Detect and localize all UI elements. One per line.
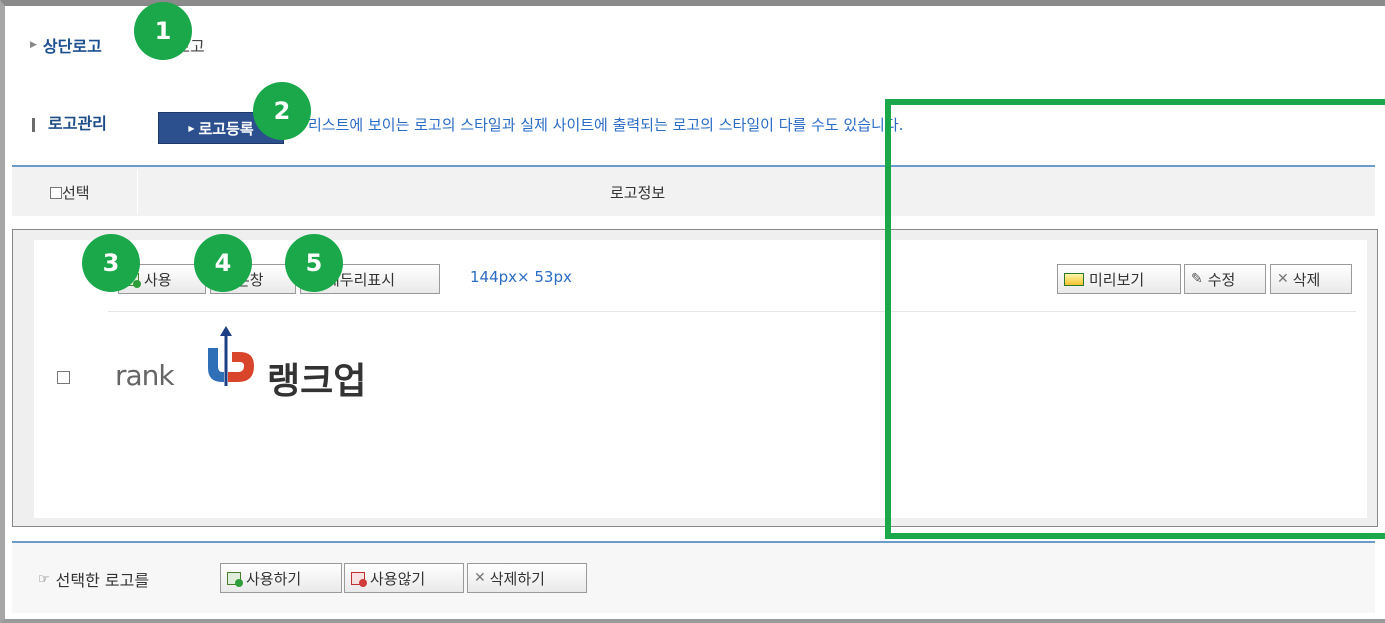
close-icon: ✕ xyxy=(474,570,486,586)
logo-image: rank 랭크업 xyxy=(115,322,375,412)
annotation-badge-3: 3 xyxy=(82,234,140,292)
rankup-logo-icon xyxy=(208,326,254,386)
register-logo-button-label: 로고등록 xyxy=(198,119,254,138)
logo-row-checkbox[interactable] xyxy=(57,371,70,384)
triangle-right-icon: ▶ xyxy=(188,123,195,133)
select-all-checkbox[interactable] xyxy=(50,186,62,199)
bulk-unuse-button[interactable]: 사용않기 xyxy=(344,563,464,593)
bulk-unuse-button-label: 사용않기 xyxy=(370,569,426,588)
logo-info-header: 로고정보 xyxy=(610,184,666,202)
bulk-delete-button[interactable]: ✕ 삭제하기 xyxy=(467,563,587,593)
pointer-hand-icon: ☞ xyxy=(38,571,50,587)
annotation-badge-4: 4 xyxy=(194,234,252,292)
section-marker-icon xyxy=(32,118,35,132)
logo-text-en: rank xyxy=(115,359,175,392)
select-all: 선택 xyxy=(50,182,90,203)
use-button-label: 사용 xyxy=(144,270,172,289)
header-divider xyxy=(137,170,138,214)
triangle-right-icon: ▶ xyxy=(30,40,37,50)
annotation-badge-5: 5 xyxy=(285,234,343,292)
logo-size: 144px× 53px xyxy=(470,268,572,286)
annotation-highlight-box xyxy=(885,99,1385,539)
annotation-badge-1: 1 xyxy=(134,2,192,60)
bulk-action-label: ☞ 선택한 로고를 xyxy=(38,567,149,591)
bulk-use-button[interactable]: 사용하기 xyxy=(220,563,342,593)
bulk-action-bar xyxy=(12,543,1375,613)
tab-top-logo[interactable]: ▶ 상단로고 xyxy=(30,33,102,57)
style-notice: 리스트에 보이는 로고의 스타일과 실제 사이트에 출력되는 로고의 스타일이 … xyxy=(308,116,904,134)
remove-icon xyxy=(351,571,367,587)
logo-text-kr: 랭크업 xyxy=(267,361,367,402)
bulk-delete-button-label: 삭제하기 xyxy=(489,569,545,588)
section-title: 로고관리 xyxy=(48,114,107,133)
annotation-badge-2: 2 xyxy=(253,82,311,140)
bulk-action-label-text: 선택한 로고를 xyxy=(55,571,150,590)
bulk-use-button-label: 사용하기 xyxy=(246,569,302,588)
tab-top-logo-label: 상단로고 xyxy=(42,37,102,56)
add-icon xyxy=(227,571,243,587)
select-header-label: 선택 xyxy=(62,184,90,202)
